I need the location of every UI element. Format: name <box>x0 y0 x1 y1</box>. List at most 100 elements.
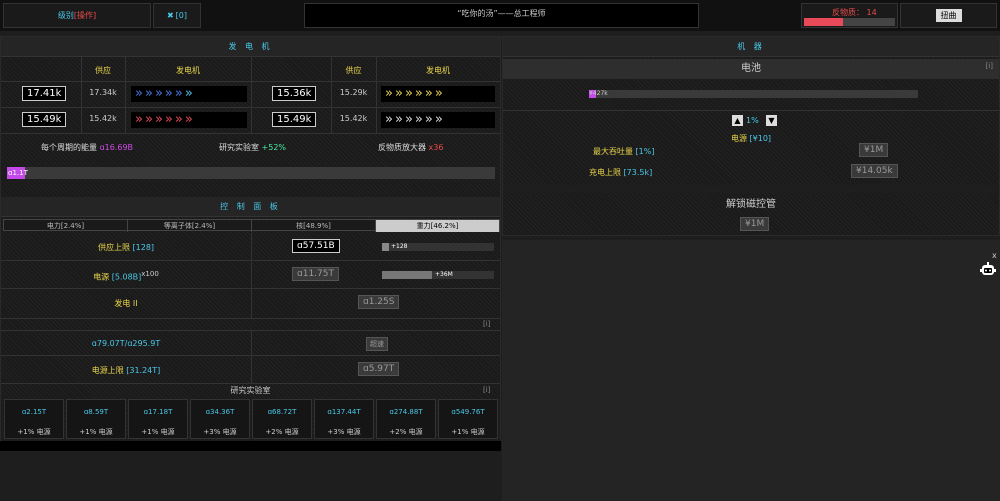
antimatter-value: 14 <box>866 8 877 17</box>
gen2-button[interactable]: ɑ1.25S <box>358 295 400 309</box>
max-throughput-button[interactable]: ¥1M <box>859 143 889 157</box>
up-arrow-icon[interactable]: ▲ <box>732 115 743 126</box>
generators-title: 发 电 机 <box>1 37 500 57</box>
antimatter-label: 反物质： <box>832 8 864 17</box>
tab-electric[interactable]: 电力[2.4%] <box>4 220 128 232</box>
machine-power-row: 电源 [¥10] <box>503 133 999 144</box>
chevron-right-icon: » <box>385 112 393 127</box>
left-panel: 发 电 机 供应 发电机 供应 发电机 17.41k 17.34k »»»»»»… <box>0 36 501 450</box>
generator-chevrons-4[interactable]: »»»»»» <box>381 112 495 128</box>
control-title: 控 制 面 板 <box>1 197 500 217</box>
generator-chevrons-3[interactable]: »»»»»» <box>381 86 495 102</box>
max-throughput-row: 最大吞吐量 [1%] <box>593 146 654 157</box>
tab-plasma[interactable]: 等离子体[2.4%] <box>128 220 252 232</box>
chevron-right-icon: » <box>394 86 403 101</box>
col-generator-right: 发电机 <box>426 66 450 75</box>
amplifier: 反物质放大器 x36 <box>378 142 443 153</box>
lab-cell[interactable]: ɑ274.88T +2% 电源 <box>376 399 436 439</box>
machines-panel: 机 器 电池 [i] ¥427k ▲ 1% ▼ 电源 [¥10] 最大吞吐量 [… <box>502 36 1000 236</box>
generator-amount-2[interactable]: 15.49k <box>22 112 67 127</box>
charge-limit-button[interactable]: ¥14.05k <box>851 164 898 178</box>
chevron-right-icon: » <box>434 112 443 127</box>
lab-cell[interactable]: ɑ8.59T +1% 电源 <box>66 399 126 439</box>
lab-cell[interactable]: ɑ137.44T +3% 电源 <box>314 399 374 439</box>
supply-limit-button[interactable]: ɑ57.51B <box>292 239 340 253</box>
amp-value: x36 <box>428 143 444 152</box>
level-action[interactable]: [操作] <box>74 10 96 21</box>
generator-supply-1: 17.34k <box>89 88 117 97</box>
down-arrow-icon[interactable]: ▼ <box>766 115 777 126</box>
overclock-button[interactable]: 超速 <box>366 337 388 351</box>
chevron-right-icon: » <box>174 86 183 101</box>
tab-gravity[interactable]: 重力[46.2%] <box>376 220 500 232</box>
energy-progress-fill: ɑ1.1T <box>7 167 28 179</box>
energy-per-cycle: 每个周期的能量 ɑ16.69B <box>41 142 133 153</box>
supply-limit-bar: +128 <box>382 243 494 251</box>
machines-title: 机 器 <box>503 37 999 57</box>
control-info-icon[interactable]: [i] <box>483 320 490 328</box>
generator-amount-1[interactable]: 17.41k <box>22 86 67 101</box>
charge-limit-label: 充电上限 <box>589 168 621 177</box>
power-row: 电源 [5.08B]x100 <box>1 270 251 283</box>
unlock-magnetron-title: 解锁磁控管 <box>726 199 776 210</box>
power-bar: +36M <box>382 271 494 279</box>
generator-supply-3: 15.29k <box>339 88 368 97</box>
robot-icon[interactable] <box>978 262 998 278</box>
col-supply-right: 供应 <box>345 66 362 75</box>
energy-progress-bar: ɑ1.1T <box>7 167 495 179</box>
generator-supply-2: 15.42k <box>89 114 117 123</box>
power-label: 电源 <box>93 272 110 282</box>
power-button[interactable]: ɑ11.75T <box>292 267 339 281</box>
twist-cell: 扭曲 <box>900 3 997 28</box>
level-display[interactable]: 级别 [操作] <box>3 3 151 28</box>
chevron-right-icon: » <box>174 112 183 127</box>
generator-amount-3[interactable]: 15.36k <box>272 86 317 101</box>
lab-cell[interactable]: ɑ34.36T +3% 电源 <box>190 399 250 439</box>
level-label: 级别 <box>57 11 74 20</box>
chevron-right-icon: » <box>404 112 413 127</box>
lab-value: +52% <box>261 143 287 152</box>
power-limit-button[interactable]: ɑ5.97T <box>358 362 400 376</box>
machine-power-label: 电源 <box>730 134 747 143</box>
lab-cell[interactable]: ɑ68.72T +2% 电源 <box>252 399 312 439</box>
power-bar-label: +36M <box>435 271 453 278</box>
icon-counter[interactable]: ✖ [0] <box>153 3 201 28</box>
generator-chevrons-2[interactable]: »»»»»» <box>131 112 247 128</box>
supply-limit-row: 供应上限 [128] <box>1 242 251 253</box>
tab-nuclear[interactable]: 核[48.9%] <box>252 220 376 232</box>
labs-info-icon[interactable]: [i] <box>483 386 490 394</box>
col-generator-left: 发电机 <box>176 66 200 75</box>
chevron-right-icon: » <box>164 86 173 101</box>
amp-label: 反物质放大器 <box>378 143 426 152</box>
antimatter-bar-fill <box>804 18 844 26</box>
cross-icon: ✖ <box>166 11 174 20</box>
charge-limit-bracket: [73.5k] <box>623 168 653 177</box>
lab-bonus: 研究实验室 +52% <box>219 142 286 153</box>
side-close-icon[interactable]: x <box>992 251 997 260</box>
generator-supply-4: 15.42k <box>339 114 368 123</box>
lab-cell[interactable]: ɑ2.15T +1% 电源 <box>4 399 64 439</box>
chevron-right-icon: » <box>424 112 433 127</box>
unlock-magnetron-button[interactable]: ¥1M <box>740 217 770 231</box>
power-limit-label: 电源上限 <box>91 366 124 375</box>
icon-count: [0] <box>175 11 188 20</box>
quote-text: “吃你的汤”——总工程师 <box>457 9 546 18</box>
antimatter-display: 反物质： 14 <box>801 3 898 28</box>
generator-amount-4[interactable]: 15.49k <box>272 112 317 127</box>
chevron-right-icon: » <box>424 86 433 101</box>
labs-title: 研究实验室 <box>230 386 271 395</box>
empty-area <box>502 240 1000 501</box>
lab-cell[interactable]: ɑ549.76T +1% 电源 <box>438 399 498 439</box>
max-throughput-bracket: [1%] <box>635 147 655 156</box>
generator-chevrons-1[interactable]: »»»»»» <box>131 86 247 102</box>
twist-button[interactable]: 扭曲 <box>935 9 962 22</box>
chevron-right-icon: » <box>135 112 143 127</box>
chevron-right-icon: » <box>164 112 173 127</box>
max-throughput-label: 最大吞吐量 <box>593 147 633 156</box>
control-tabs: 电力[2.4%] 等离子体[2.4%] 核[48.9%] 重力[46.2%] <box>3 219 500 232</box>
col-supply-left: 供应 <box>95 66 111 75</box>
lab-cell[interactable]: ɑ17.18T +1% 电源 <box>128 399 188 439</box>
battery-info-icon[interactable]: [i] <box>986 62 993 70</box>
battery-bar-label: ¥427k <box>589 90 608 97</box>
chevron-right-icon: » <box>414 86 423 101</box>
